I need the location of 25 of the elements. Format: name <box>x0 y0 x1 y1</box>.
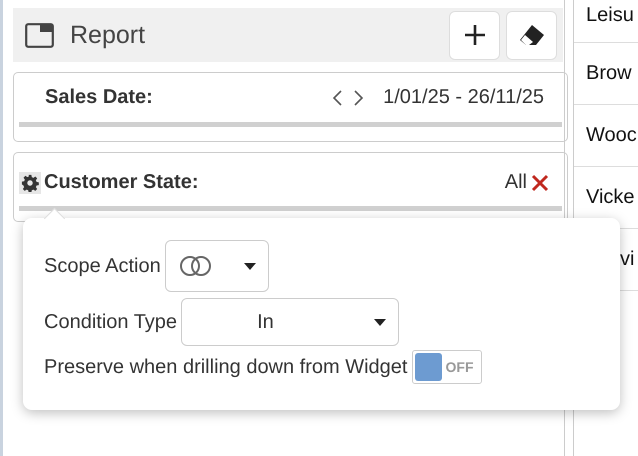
caret-icon <box>244 262 256 270</box>
table-cell: Brow <box>574 43 638 105</box>
plus-icon <box>462 23 486 47</box>
condition-type-dropdown[interactable]: In <box>181 298 400 346</box>
filter-label: Sales Date: <box>45 86 154 109</box>
table-cell: Wooc <box>574 105 638 167</box>
table-cell: Leisu <box>574 0 638 43</box>
filter-value: All <box>504 171 527 194</box>
overlap-circles-icon <box>178 254 214 278</box>
report-title: Report <box>70 20 146 50</box>
field-label: Scope Action <box>44 254 161 278</box>
date-range: 1/01/25 - 26/11/25 <box>383 86 544 109</box>
field-label: Preserve when drilling down from Widget <box>44 356 408 378</box>
previous-icon[interactable] <box>331 88 344 108</box>
add-button[interactable] <box>449 10 500 60</box>
window-icon <box>25 22 54 48</box>
caret-icon <box>374 318 386 326</box>
next-icon[interactable] <box>353 88 366 108</box>
settings-icon[interactable] <box>19 172 41 194</box>
field-label: Condition Type <box>44 310 178 334</box>
scope-action-dropdown[interactable] <box>164 240 269 292</box>
close-icon[interactable] <box>530 172 550 192</box>
eraser-icon <box>518 23 546 47</box>
filter-label: Customer State: <box>44 171 200 194</box>
eraser-button[interactable] <box>506 10 557 60</box>
